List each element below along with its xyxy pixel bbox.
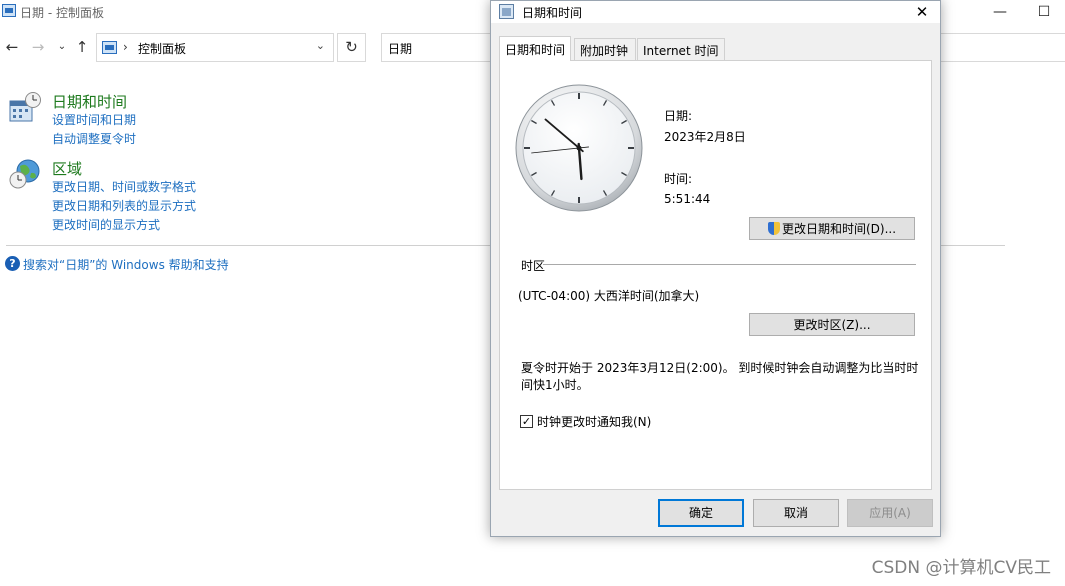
category-title-date-time[interactable]: 日期和时间 [52,91,127,112]
control-panel-icon [2,4,16,17]
link-change-formats[interactable]: 更改日期、时间或数字格式 [52,178,196,195]
maximize-button[interactable]: ☐ [1032,2,1056,22]
timezone-value: (UTC-04:00) 大西洋时间(加拿大) [518,289,700,303]
help-link[interactable]: 搜索对“日期”的 Windows 帮助和支持 [23,256,229,273]
search-value: 日期 [388,42,413,56]
category-title-region[interactable]: 区域 [52,158,82,179]
checkmark-icon: ✓ [521,415,532,428]
dialog-titlebar: 日期和时间 ✕ [491,1,940,23]
link-change-time-display[interactable]: 更改时间的显示方式 [52,216,160,233]
control-panel-icon [102,41,117,54]
address-bar[interactable]: › 控制面板 ⌄ [96,33,334,62]
recent-locations-chevron-icon[interactable]: ⌄ [52,37,72,57]
tab-panel-date-time: 日期: 2023年2月8日 时间: 5:51:44 更改日期和时间(D)... … [499,60,932,490]
forward-arrow-icon[interactable]: → [28,37,48,57]
notify-checkbox[interactable]: ✓ [520,415,533,428]
change-timezone-button[interactable]: 更改时区(Z)... [749,313,915,336]
link-set-time-date[interactable]: 设置时间和日期 [52,111,136,128]
back-arrow-icon[interactable]: ← [2,37,22,57]
tab-date-time[interactable]: 日期和时间 [499,36,571,61]
link-change-date-list-display[interactable]: 更改日期和列表的显示方式 [52,197,196,214]
dst-note-line2: 间快1小时。 [521,378,589,392]
close-icon[interactable]: ✕ [910,1,934,23]
globe-clock-icon [9,159,40,189]
window-title: 日期 - 控制面板 [20,6,104,20]
time-label: 时间: [664,172,693,186]
link-auto-dst[interactable]: 自动调整夏令时 [52,130,136,147]
apply-button[interactable]: 应用(A) [847,499,933,527]
change-date-time-label: 更改日期和时间(D)... [781,221,897,236]
tab-additional-clocks[interactable]: 附加时钟 [574,38,636,60]
chevron-down-icon[interactable]: ⌄ [316,39,325,52]
date-time-dialog: 日期和时间 ✕ 日期和时间 附加时钟 Internet 时间 日期: 2023年… [490,0,941,537]
notify-checkbox-label[interactable]: 时钟更改时通知我(N) [537,413,651,430]
watermark: CSDN @计算机CV民工 [871,558,1051,578]
breadcrumb-separator: › [123,40,128,54]
help-icon: ? [5,256,20,271]
dialog-title: 日期和时间 [522,6,583,20]
timezone-divider [543,264,916,265]
minimize-button[interactable]: — [988,2,1012,22]
calendar-clock-icon [9,92,41,122]
tab-internet-time[interactable]: Internet 时间 [637,38,725,60]
change-date-time-button[interactable]: 更改日期和时间(D)... [749,217,915,240]
refresh-button[interactable]: ↻ [337,33,366,62]
analog-clock [515,84,643,212]
breadcrumb[interactable]: 控制面板 [138,40,186,57]
timezone-section-label: 时区 [521,259,546,273]
ok-button[interactable]: 确定 [658,499,744,527]
dst-note-line1: 夏令时开始于 2023年3月12日(2:00)。 到时候时钟会自动调整为比当时时 [521,361,919,375]
date-label: 日期: [664,109,693,123]
date-time-icon [499,4,514,19]
date-value: 2023年2月8日 [664,130,746,144]
cancel-button[interactable]: 取消 [753,499,839,527]
time-value: 5:51:44 [664,192,711,206]
up-arrow-icon[interactable]: ↑ [72,37,92,57]
uac-shield-icon [767,221,780,235]
